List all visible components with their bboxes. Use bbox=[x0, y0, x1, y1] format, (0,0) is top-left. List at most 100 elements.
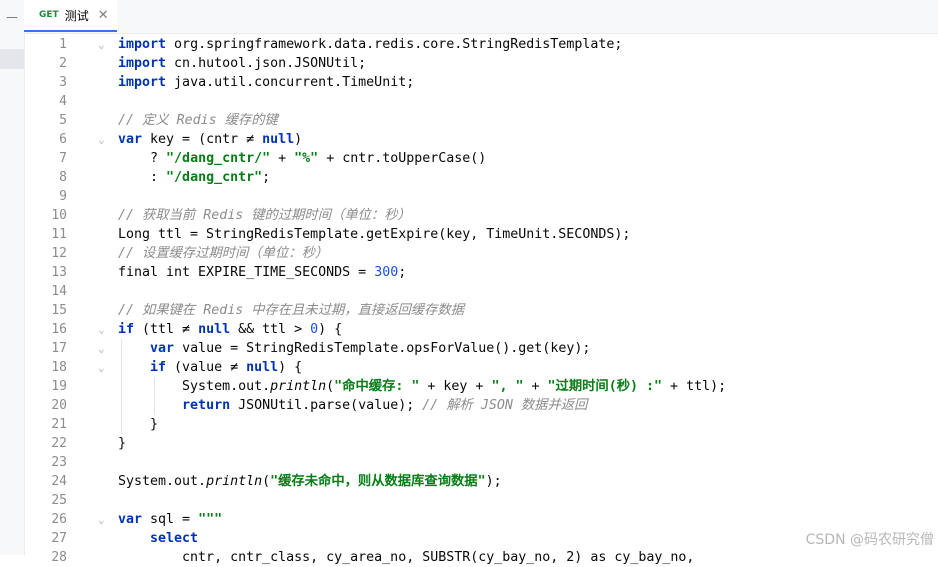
code-line[interactable]: 13 final int EXPIRE_TIME_SECONDS = 300; bbox=[24, 263, 938, 282]
code-token: ( bbox=[326, 379, 335, 394]
code-text: // 获取当前 Redis 键的过期时间（单位：秒） bbox=[118, 206, 411, 225]
code-line[interactable]: 10 // 获取当前 Redis 键的过期时间（单位：秒） bbox=[24, 206, 938, 225]
close-icon[interactable]: ✕ bbox=[98, 8, 109, 23]
code-token: if bbox=[150, 360, 167, 375]
line-number: 21 bbox=[51, 417, 67, 432]
code-text: : "/dang_cntr"; bbox=[118, 168, 270, 187]
fold-chevron-icon[interactable]: ⌄ bbox=[98, 339, 105, 358]
code-token: } bbox=[118, 436, 127, 451]
code-token: var bbox=[150, 341, 175, 356]
code-line[interactable]: 12 // 设置缓存过期时间（单位：秒） bbox=[24, 244, 938, 263]
code-text: } bbox=[118, 434, 126, 453]
code-line[interactable]: 14 bbox=[24, 282, 938, 301]
fold-chevron-icon[interactable]: ⌄ bbox=[98, 35, 105, 54]
code-token: """ bbox=[198, 512, 223, 527]
line-number: 3 bbox=[59, 75, 67, 90]
code-line[interactable]: 9 bbox=[24, 187, 938, 206]
code-text: import cn.hutool.json.JSONUtil; bbox=[118, 54, 366, 73]
code-line[interactable]: 27 select bbox=[24, 529, 938, 548]
tab-http-request[interactable]: GET 测试 ✕ bbox=[24, 0, 117, 32]
line-number: 26 bbox=[51, 512, 67, 527]
code-text: var key = (cntr ≠ null) bbox=[118, 130, 302, 149]
code-line[interactable]: 20 return JSONUtil.parse(value); // 解析 J… bbox=[24, 396, 938, 415]
code-token: // 定义 Redis 缓存的键 bbox=[118, 113, 278, 128]
code-token: return bbox=[182, 398, 231, 413]
code-token: ); bbox=[485, 474, 502, 489]
code-token: + bbox=[523, 379, 548, 394]
code-token: cn.hutool.json.JSONUtil; bbox=[166, 56, 367, 71]
code-line[interactable]: 24 System.out.println("缓存未命中，则从数据库查询数据"); bbox=[24, 472, 938, 491]
watermark: CSDN @码农研究僧 bbox=[805, 532, 934, 548]
line-number: 20 bbox=[51, 398, 67, 413]
code-line[interactable]: 5 // 定义 Redis 缓存的键 bbox=[24, 111, 938, 130]
code-line[interactable]: 3 import java.util.concurrent.TimeUnit; bbox=[24, 73, 938, 92]
fold-chevron-icon[interactable]: ⌄ bbox=[98, 358, 105, 377]
code-line[interactable]: 8 : "/dang_cntr"; bbox=[24, 168, 938, 187]
fold-chevron-icon[interactable]: ⌄ bbox=[98, 320, 105, 339]
line-number: 13 bbox=[51, 265, 67, 280]
code-token: // 获取当前 Redis 键的过期时间（单位：秒） bbox=[118, 208, 411, 223]
http-method-badge: GET bbox=[39, 10, 59, 20]
line-number: 28 bbox=[51, 550, 67, 565]
code-text: System.out.println("命中缓存: " + key + ", "… bbox=[118, 377, 726, 396]
code-token: System.out. bbox=[118, 379, 271, 394]
code-token: + bbox=[270, 151, 295, 166]
code-line[interactable]: 19 System.out.println("命中缓存: " + key + "… bbox=[24, 377, 938, 396]
code-line[interactable]: 11 Long ttl = StringRedisTemplate.getExpi… bbox=[24, 225, 938, 244]
code-text: cntr, cntr_class, cy_area_no, SUBSTR(cy_… bbox=[118, 548, 694, 567]
code-line[interactable]: 23 bbox=[24, 453, 938, 472]
line-number: 15 bbox=[51, 303, 67, 318]
indent-guide bbox=[121, 339, 122, 434]
code-token: final int EXPIRE_TIME_SECONDS = bbox=[118, 265, 375, 280]
code-token: "/dang_cntr/" bbox=[166, 151, 271, 166]
code-line[interactable]: 2 import cn.hutool.json.JSONUtil; bbox=[24, 54, 938, 73]
code-line[interactable]: 6 ⌄ var key = (cntr ≠ null) bbox=[24, 130, 938, 149]
code-line[interactable]: 28 cntr, cntr_class, cy_area_no, SUBSTR(… bbox=[24, 548, 938, 567]
left-tool-strip: — bbox=[0, 0, 25, 555]
code-line[interactable]: 26 ⌄ var sql = """ bbox=[24, 510, 938, 529]
code-token: JSONUtil.parse(value); bbox=[230, 398, 423, 413]
line-number: 12 bbox=[51, 246, 67, 261]
code-line[interactable]: 15 // 如果键在 Redis 中存在且未过期，直接返回缓存数据 bbox=[24, 301, 938, 320]
code-line[interactable]: 22} bbox=[24, 434, 938, 453]
code-line[interactable]: 4 bbox=[24, 92, 938, 111]
collapse-icon[interactable]: — bbox=[0, 10, 24, 24]
code-line[interactable]: 16 ⌄ if (ttl ≠ null && ttl > 0) { bbox=[24, 320, 938, 339]
code-token: ( bbox=[262, 474, 271, 489]
code-text: ? "/dang_cntr/" + "%" + cntr.toUpperCase… bbox=[118, 149, 486, 168]
line-number: 25 bbox=[51, 493, 67, 508]
code-token: "/dang_cntr" bbox=[166, 170, 263, 185]
code-token: "缓存未命中，则从数据库查询数据" bbox=[270, 474, 486, 489]
line-number: 18 bbox=[51, 360, 67, 375]
code-token: // 设置缓存过期时间（单位：秒） bbox=[118, 246, 329, 261]
code-text: Long ttl = StringRedisTemplate.getExpire… bbox=[118, 225, 630, 244]
selected-strip-item[interactable] bbox=[0, 49, 24, 69]
code-token: key = (cntr ≠ bbox=[142, 132, 263, 147]
fold-chevron-icon[interactable]: ⌄ bbox=[98, 130, 105, 149]
code-text: import java.util.concurrent.TimeUnit; bbox=[118, 73, 414, 92]
code-line[interactable]: 1 ⌄ import org.springframework.data.redis.… bbox=[24, 35, 938, 54]
code-token: (ttl ≠ bbox=[134, 322, 199, 337]
code-line[interactable]: 7 ? "/dang_cntr/" + "%" + cntr.toUpperCa… bbox=[24, 149, 938, 168]
code-token: ) { bbox=[318, 322, 343, 337]
code-token: "过期时间(秒) :" bbox=[547, 379, 663, 394]
code-token: "命中缓存: " bbox=[334, 379, 420, 394]
code-text: if (value ≠ null) { bbox=[118, 358, 302, 377]
code-editor[interactable]: 1 ⌄ import org.springframework.data.redis.… bbox=[24, 34, 938, 565]
code-line[interactable]: 21 } bbox=[24, 415, 938, 434]
indent-guide bbox=[154, 377, 155, 415]
code-text: var value = StringRedisTemplate.opsForVa… bbox=[118, 339, 590, 358]
code-line[interactable]: 18 ⌄ if (value ≠ null) { bbox=[24, 358, 938, 377]
line-number: 19 bbox=[51, 379, 67, 394]
code-line[interactable]: 17 ⌄ var value = StringRedisTemplate.opsF… bbox=[24, 339, 938, 358]
code-token: println bbox=[270, 379, 327, 394]
code-token: var bbox=[118, 512, 143, 527]
code-token: import bbox=[118, 75, 167, 90]
code-token: java.util.concurrent.TimeUnit; bbox=[166, 75, 415, 90]
code-text: // 如果键在 Redis 中存在且未过期，直接返回缓存数据 bbox=[118, 301, 464, 320]
line-number: 5 bbox=[59, 113, 67, 128]
code-line[interactable]: 25 bbox=[24, 491, 938, 510]
fold-chevron-icon[interactable]: ⌄ bbox=[98, 510, 105, 529]
code-token: (value ≠ bbox=[166, 360, 247, 375]
